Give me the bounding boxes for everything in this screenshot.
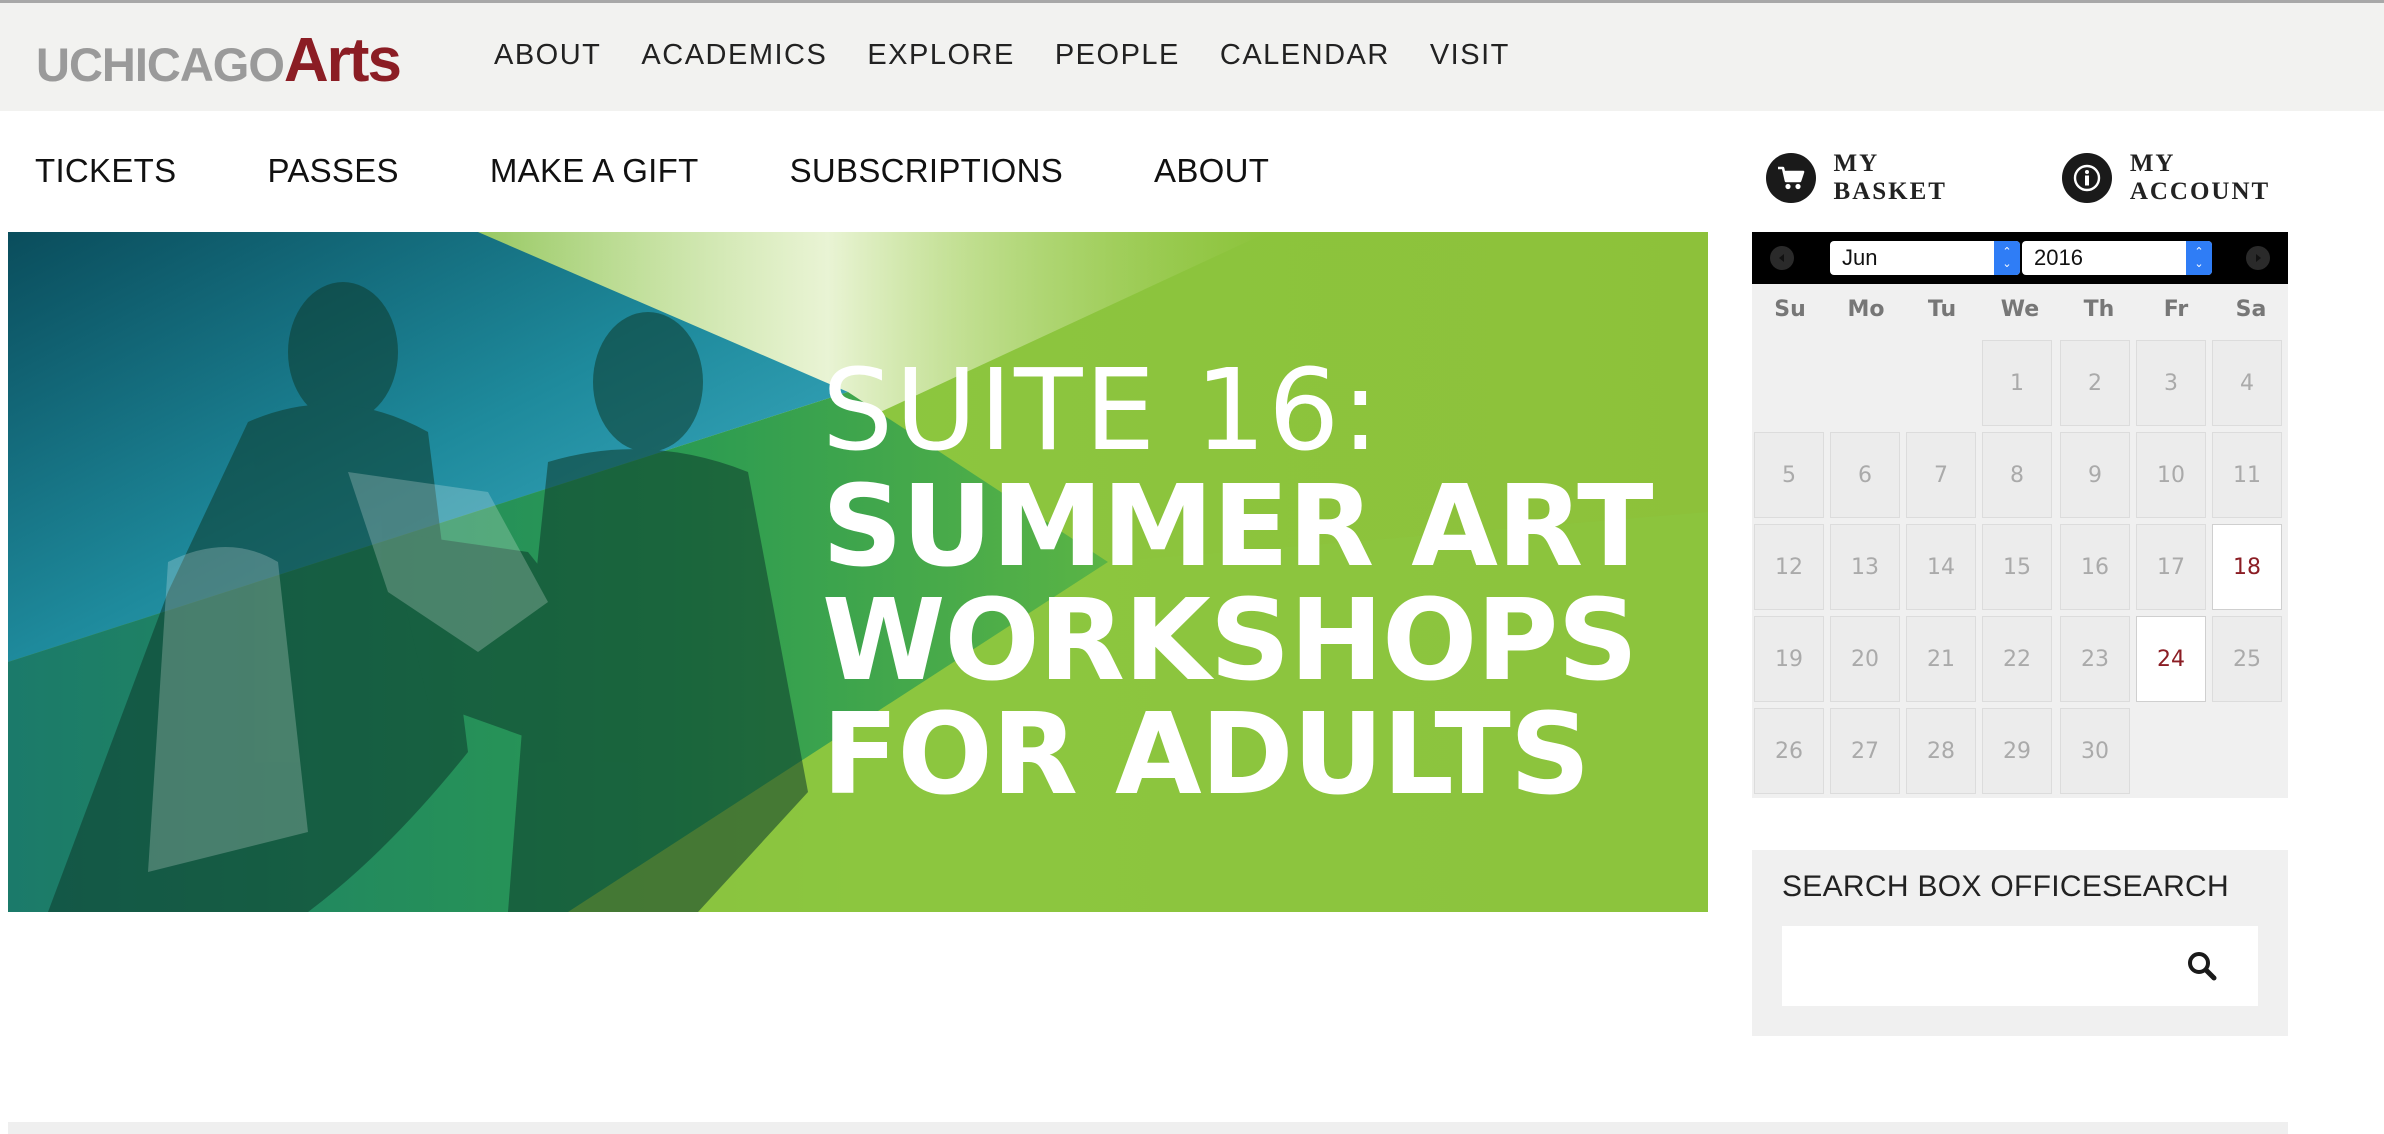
calendar-day: 16 [2060,524,2130,610]
calendar-day: 10 [2136,432,2206,518]
main-nav-explore[interactable]: EXPLORE [867,39,1015,72]
weekday-label: Th [2083,296,2115,322]
calendar-day: 11 [2212,432,2282,518]
box-office-search: SEARCH BOX OFFICESEARCH [1752,850,2288,1036]
calendar-month-value: Jun [1842,245,1878,270]
weekday-label: Sa [2235,296,2267,322]
calendar-day: 4 [2212,340,2282,426]
hero-title-line-3: WORKSHOPS [822,576,1638,706]
calendar-day: 30 [2060,708,2130,794]
chevron-left-icon [1779,254,1784,262]
my-basket-label: MY BASKET [1833,150,1947,205]
hero-banner[interactable]: SUITE 16: SUMMER ART WORKSHOPS FOR ADULT… [8,232,1708,912]
calendar-day: 29 [1982,708,2052,794]
my-basket-link[interactable]: MY BASKET [1766,150,1998,206]
calendar-day: 14 [1906,524,1976,610]
sub-nav-passes[interactable]: PASSES [267,152,398,190]
calendar-day: 1 [1982,340,2052,426]
calendar-day: 28 [1906,708,1976,794]
weekday-label: Mo [1847,296,1885,322]
calendar-day: 22 [1982,616,2052,702]
calendar-day: 20 [1830,616,1900,702]
weekday-label: Su [1774,296,1806,322]
calendar-day: 13 [1830,524,1900,610]
calendar-day: 12 [1754,524,1824,610]
weekday-label: We [2000,296,2040,322]
calendar-day: 27 [1830,708,1900,794]
calendar-day: 2 [2060,340,2130,426]
main-nav-calendar[interactable]: CALENDAR [1220,39,1390,72]
calendar-day[interactable]: 18 [2212,524,2282,610]
hero-title-line-1: SUITE 16: [822,346,1382,476]
calendar-day: 6 [1830,432,1900,518]
weekday-label: Tu [1927,296,1957,322]
uchicago-arts-logo[interactable]: UCHICAGO Arts [36,25,402,95]
sub-nav-make-a-gift[interactable]: MAKE A GIFT [490,152,699,190]
calendar-day: 7 [1906,432,1976,518]
select-arrows-icon: ⌃ ⌄ [2186,241,2212,275]
hero-title-line-4: FOR ADULTS [822,690,1590,820]
sub-nav-about[interactable]: ABOUT [1154,152,1269,190]
my-account-label: MY ACCOUNT [2129,150,2271,205]
calendar-day: 8 [1982,432,2052,518]
cart-icon [1766,153,1816,203]
search-field-container [1782,926,2258,1006]
search-box-title: SEARCH BOX OFFICESEARCH [1782,870,2229,903]
hero-title-line-2: SUMMER ART [822,462,1654,592]
calendar-day: 5 [1754,432,1824,518]
calendar-weekday-row: Su Mo Tu We Th Fr Sa [1752,284,2288,334]
account-links: MY BASKET MY ACCOUNT [1766,150,2384,206]
calendar-day: 23 [2060,616,2130,702]
calendar-day: 25 [2212,616,2282,702]
search-input[interactable] [1782,926,2182,1006]
calendar-day[interactable]: 24 [2136,616,2206,702]
calendar-next-month-button[interactable] [2246,246,2270,270]
my-account-link[interactable]: MY ACCOUNT [2062,150,2320,206]
calendar-prev-month-button[interactable] [1770,246,1794,270]
calendar-day: 3 [2136,340,2206,426]
info-icon [2062,153,2112,203]
sub-nav-tickets[interactable]: TICKETS [35,152,176,190]
box-office-nav: TICKETS PASSES MAKE A GIFT SUBSCRIPTIONS… [35,152,1360,190]
calendar-year-select[interactable]: 2016 ⌃ ⌄ [2022,241,2212,275]
search-icon[interactable] [2186,950,2218,982]
sub-nav-subscriptions[interactable]: SUBSCRIPTIONS [790,152,1063,190]
calendar-day: 19 [1754,616,1824,702]
main-nav-visit[interactable]: VISIT [1430,39,1510,72]
logo-text-uchicago: UCHICAGO [36,38,285,91]
footer-divider [8,1122,2288,1134]
calendar-day: 15 [1982,524,2052,610]
site-header: UCHICAGO Arts ABOUT ACADEMICS EXPLORE PE… [0,3,2384,111]
main-nav-people[interactable]: PEOPLE [1055,39,1180,72]
main-nav: ABOUT ACADEMICS EXPLORE PEOPLE CALENDAR … [494,39,1550,72]
calendar-header: Jun ⌃ ⌄ 2016 ⌃ ⌄ [1752,232,2288,284]
calendar-month-select[interactable]: Jun ⌃ ⌄ [1830,241,2020,275]
calendar-day: 26 [1754,708,1824,794]
chevron-right-icon [2256,254,2261,262]
calendar-day: 9 [2060,432,2130,518]
calendar-day: 21 [1906,616,1976,702]
hero-title: SUITE 16: SUMMER ART WORKSHOPS FOR ADULT… [822,346,1654,820]
select-arrows-icon: ⌃ ⌄ [1994,241,2020,275]
main-nav-about[interactable]: ABOUT [494,39,601,72]
weekday-label: Fr [2163,296,2189,322]
logo-text-arts: Arts [283,26,402,95]
main-nav-academics[interactable]: ACADEMICS [641,39,827,72]
calendar-day: 17 [2136,524,2206,610]
event-calendar: Jun ⌃ ⌄ 2016 ⌃ ⌄ Su Mo Tu We Th Fr Sa 1234567891… [1752,232,2288,798]
calendar-year-value: 2016 [2034,245,2083,270]
